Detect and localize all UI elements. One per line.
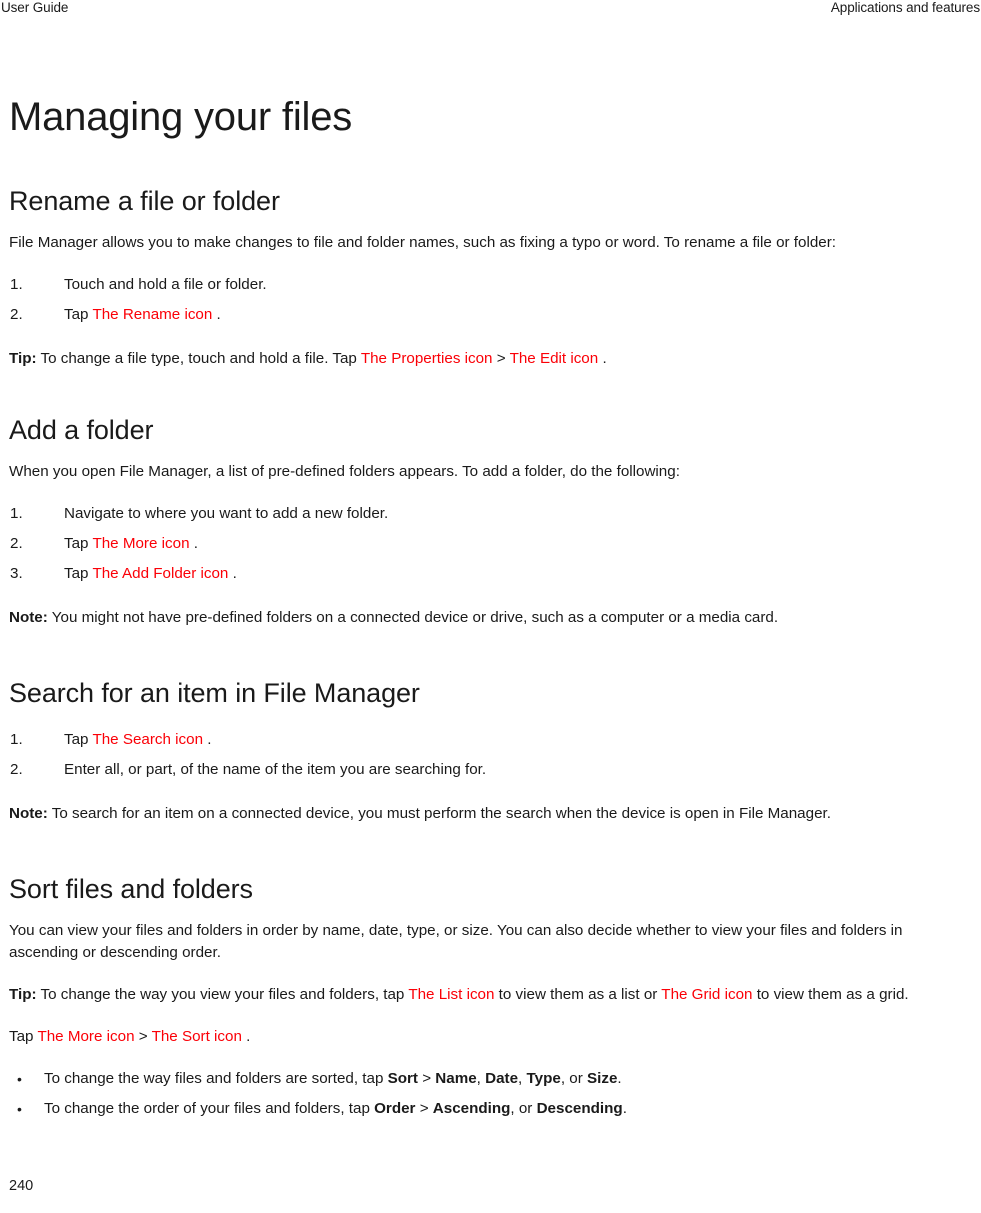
list-separator: , or: [560, 1070, 587, 1087]
bullet-text-pre: To change the way files and folders are …: [44, 1070, 388, 1087]
tip-label: Tip:: [9, 986, 37, 1003]
tip-paragraph-rename: Tip: To change a file type, touch and ho…: [9, 348, 972, 370]
section-heading-sort: Sort files and folders: [9, 874, 253, 904]
note-text: To search for an item on a connected dev…: [47, 805, 831, 822]
list-item: 3. Tap The Add Folder icon .: [9, 563, 972, 585]
menu-option-ascending: Ascending: [432, 1100, 511, 1117]
steps-list-rename: 1. Touch and hold a file or folder. 2. Tap…: [9, 274, 972, 326]
more-icon-reference: The More icon: [92, 535, 190, 552]
list-item: 2. Tap The More icon .: [9, 533, 972, 555]
bullet-text-pre: To change the order of your files and fo…: [44, 1100, 375, 1117]
more-icon-reference: The More icon: [37, 1028, 135, 1045]
breadcrumb-separator: >: [415, 1100, 433, 1117]
note-label: Note:: [9, 805, 48, 822]
breadcrumb-separator: >: [417, 1070, 436, 1087]
tap-text-post: .: [241, 1028, 251, 1045]
step-number: 1.: [10, 731, 23, 748]
tip-text-pre: To change a file type, touch and hold a …: [36, 350, 361, 367]
edit-icon-reference: The Edit icon: [509, 350, 599, 367]
breadcrumb-separator: >: [492, 350, 510, 367]
section-intro-rename: File Manager allows you to make changes …: [9, 234, 837, 251]
list-item: 1. Tap The Search icon .: [9, 729, 972, 751]
page-number: 240: [9, 1178, 34, 1194]
steps-list-search: 1. Tap The Search icon . 2. Enter all, or …: [9, 729, 972, 781]
note-text: You might not have pre-defined folders o…: [47, 609, 779, 626]
tip-text-mid: to view them as a list or: [494, 986, 662, 1003]
list-item: • To change the order of your files and f…: [9, 1098, 972, 1120]
section-intro-sort: You can view your files and folders in o…: [9, 922, 903, 961]
bullet-icon: •: [17, 1101, 22, 1117]
step-number: 2.: [10, 535, 23, 552]
step-text: Tap: [64, 306, 93, 323]
tip-text-post: to view them as a grid.: [752, 986, 909, 1003]
properties-icon-reference: The Properties icon: [360, 350, 493, 367]
tip-paragraph-sort: Tip: To change the way you view your fil…: [9, 984, 972, 1006]
tip-text-pre: To change the way you view your files an…: [36, 986, 409, 1003]
section-intro-add-folder: When you open File Manager, a list of pr…: [9, 463, 680, 480]
bullet-icon: •: [17, 1071, 22, 1087]
list-separator: , or: [510, 1100, 537, 1117]
list-icon-reference: The List icon: [408, 986, 495, 1003]
list-item: • To change the way files and folders are…: [9, 1068, 972, 1090]
menu-option-date: Date: [485, 1070, 519, 1087]
steps-list-add-folder: 1. Navigate to where you want to add a ne…: [9, 503, 972, 585]
step-number: 1.: [10, 276, 23, 293]
menu-option-name: Name: [435, 1070, 477, 1087]
rename-icon-reference: The Rename icon: [92, 306, 213, 323]
step-text: Navigate to where you want to add a new …: [64, 505, 389, 522]
menu-option-sort: Sort: [387, 1070, 418, 1087]
section-heading-rename: Rename a file or folder: [9, 186, 280, 216]
tap-sequence-sort: Tap The More icon > The Sort icon .: [9, 1026, 972, 1048]
note-paragraph-add-folder: Note: You might not have pre-defined fol…: [9, 607, 972, 629]
step-number: 2.: [10, 306, 23, 323]
menu-option-order: Order: [374, 1100, 416, 1117]
step-text: Tap: [64, 565, 93, 582]
note-paragraph-search: Note: To search for an item on a connect…: [9, 803, 972, 825]
list-separator: ,: [518, 1070, 527, 1087]
sort-icon-reference: The Sort icon: [151, 1028, 242, 1045]
bullet-text-post: .: [622, 1100, 627, 1117]
bullet-list-sort: • To change the way files and folders are…: [9, 1068, 972, 1120]
tip-text-post: .: [598, 350, 607, 367]
step-text: Tap: [64, 731, 93, 748]
step-text-tail: .: [203, 731, 212, 748]
step-text: Touch and hold a file or folder.: [64, 276, 267, 293]
step-number: 3.: [10, 565, 23, 582]
grid-icon-reference: The Grid icon: [661, 986, 753, 1003]
section-heading-search: Search for an item in File Manager: [9, 678, 420, 708]
step-text-tail: .: [212, 306, 221, 323]
list-item: 1. Touch and hold a file or folder.: [9, 274, 972, 296]
menu-option-size: Size: [587, 1070, 618, 1087]
document-content: Managing your files Rename a file or fol…: [9, 0, 972, 1120]
list-item: 2. Enter all, or part, of the name of the…: [9, 759, 972, 781]
add-folder-icon-reference: The Add Folder icon: [92, 565, 229, 582]
list-separator: ,: [476, 1070, 486, 1087]
step-number: 2.: [10, 761, 23, 778]
list-item: 1. Navigate to where you want to add a ne…: [9, 503, 972, 525]
section-heading-add-folder: Add a folder: [9, 415, 154, 445]
step-text-tail: .: [228, 565, 237, 582]
document-page: User Guide Applications and features Man…: [0, 0, 981, 1213]
step-number: 1.: [10, 505, 23, 522]
list-item: 2. Tap The Rename icon .: [9, 304, 972, 326]
bullet-text-post: .: [617, 1070, 622, 1087]
page-title: Managing your files: [9, 95, 353, 139]
menu-option-descending: Descending: [536, 1100, 623, 1117]
step-text: Tap: [64, 535, 93, 552]
tap-text-pre: Tap: [9, 1028, 38, 1045]
note-label: Note:: [9, 609, 48, 626]
tip-label: Tip:: [9, 350, 37, 367]
menu-option-type: Type: [526, 1070, 561, 1087]
step-text-tail: .: [189, 535, 198, 552]
step-text: Enter all, or part, of the name of the i…: [64, 761, 487, 778]
search-icon-reference: The Search icon: [92, 731, 204, 748]
breadcrumb-separator: >: [134, 1028, 152, 1045]
